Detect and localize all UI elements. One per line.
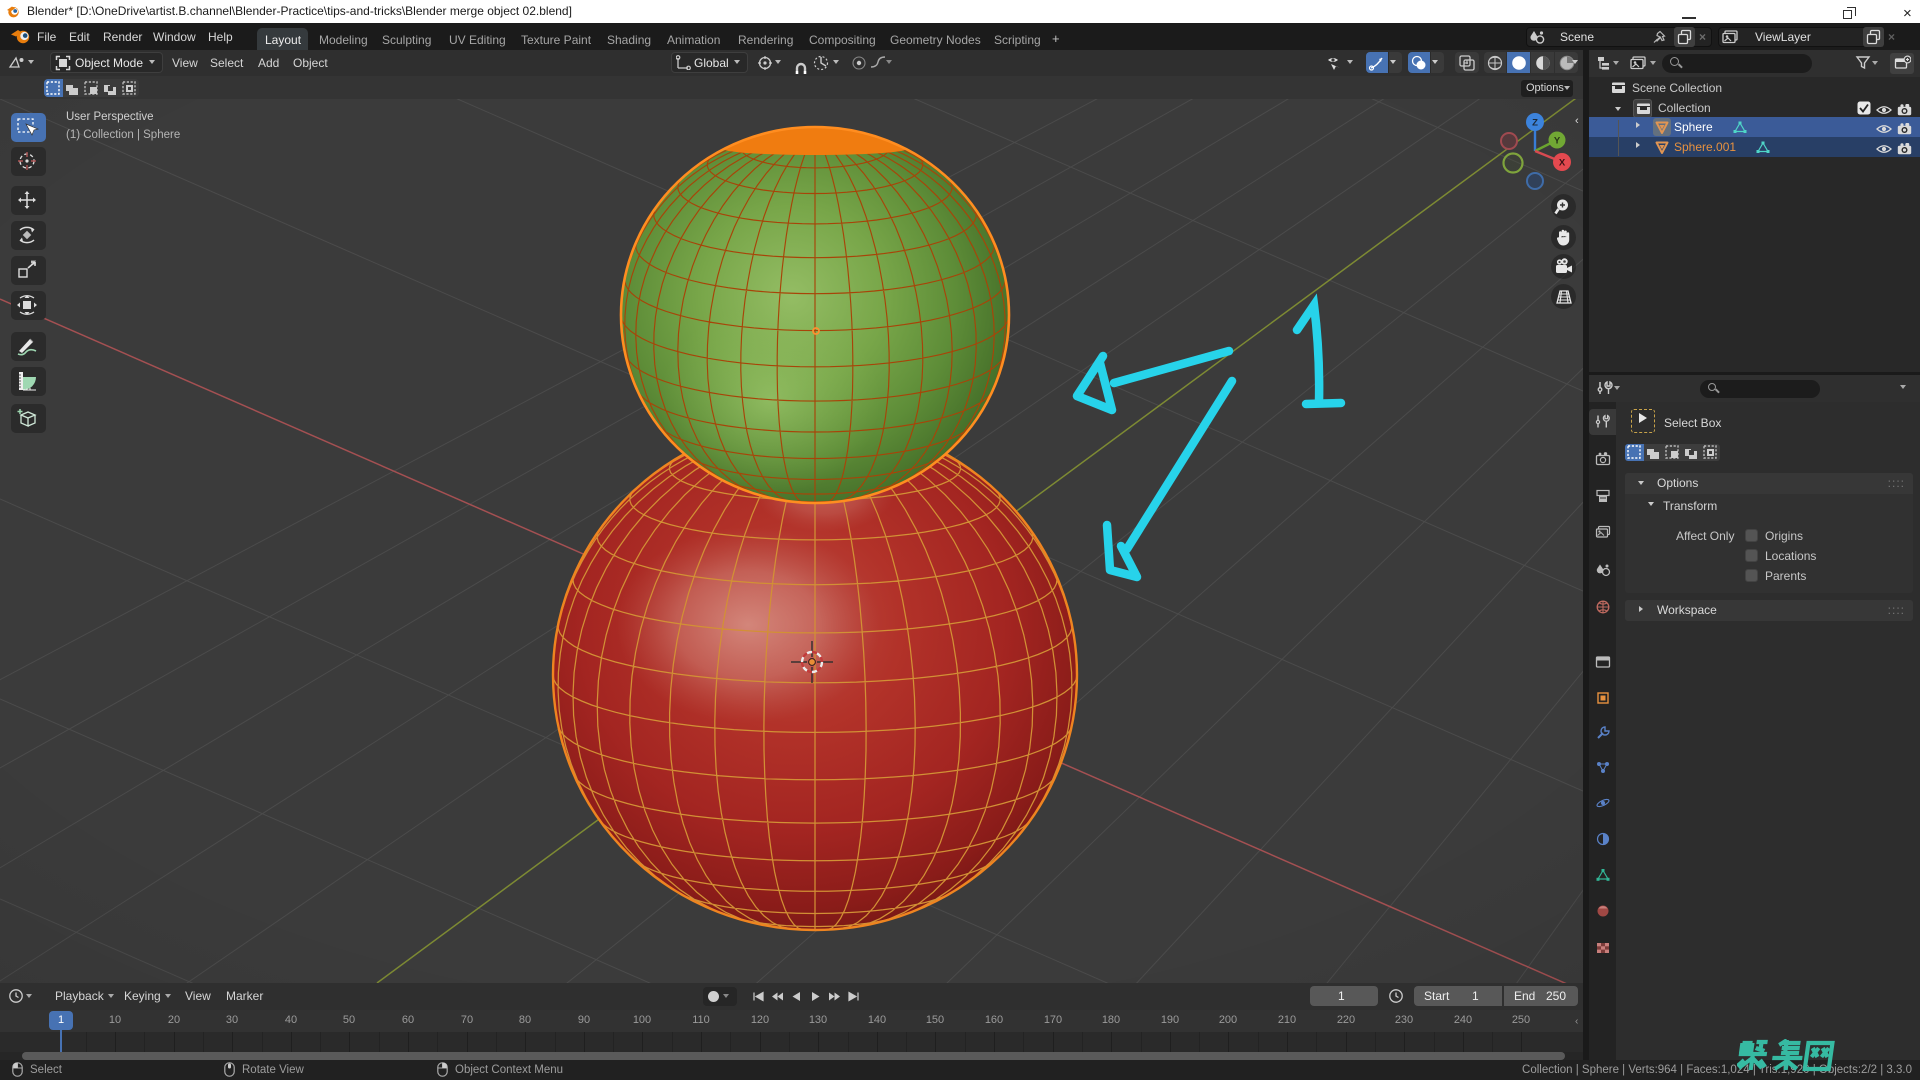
- svg-text:X: X: [1559, 158, 1566, 169]
- svg-text:Y: Y: [1554, 136, 1561, 147]
- svg-text:Z: Z: [1532, 118, 1538, 129]
